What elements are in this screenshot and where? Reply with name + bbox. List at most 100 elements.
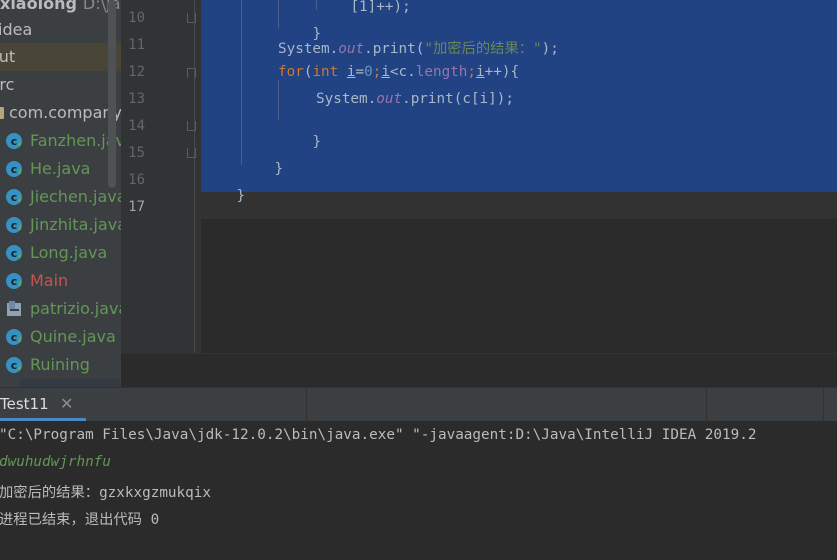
file-label: patrizio.java [30, 299, 121, 318]
code-token: [1]++); [350, 0, 411, 15]
code-number: 0 [364, 64, 373, 80]
tree-package-row[interactable]: com.company [0, 99, 121, 127]
file-label: Quine.java [30, 327, 116, 346]
code-line: System.out.print(c[i]); [316, 91, 514, 107]
code-token: } [274, 161, 284, 177]
package-label: com.company [9, 103, 121, 122]
folder-label-out: out [0, 47, 16, 66]
line-number: 15 [128, 145, 145, 161]
tree-file-row[interactable]: patrizio.java [0, 295, 121, 323]
tree-file-row[interactable]: c Jinzhita.java [0, 211, 121, 239]
header-divider [706, 388, 707, 421]
svg-text:c: c [11, 219, 18, 232]
java-class-icon: c [6, 245, 22, 261]
java-class-icon: c [6, 217, 22, 233]
folder-label-src: src [0, 75, 15, 94]
svg-text:c: c [11, 191, 18, 204]
line-number: 11 [128, 37, 145, 53]
interface-icon [7, 301, 21, 316]
code-keyword: for [278, 64, 304, 80]
tree-file-row[interactable]: c Fanzhen.java [0, 127, 121, 155]
tree-folder-out[interactable]: out [0, 43, 121, 71]
line-number: 12 [128, 64, 145, 80]
tree-folder-src[interactable]: src [0, 71, 121, 99]
java-class-icon: c [6, 133, 22, 149]
run-tab-label: Test11 [0, 395, 49, 413]
code-token: System. [316, 91, 377, 107]
line-number: 10 [128, 10, 145, 26]
header-divider [306, 388, 307, 421]
code-token: .print(c[i]); [402, 91, 514, 107]
code-line: [1]++); [316, 0, 411, 31]
console-exit-line: 进程已结束，退出代码 0 [0, 512, 160, 528]
svg-text:c: c [11, 359, 18, 372]
code-line: for(int i=0;i<c.length;i++){ [278, 64, 519, 80]
tree-file-row[interactable]: c He.java [0, 155, 121, 183]
code-token: out [338, 41, 365, 57]
code-token: ; [467, 64, 477, 80]
svg-text:c: c [11, 275, 18, 288]
svg-text:c: c [11, 331, 18, 344]
indent-guide [278, 80, 279, 120]
tree-file-row[interactable]: c Ruining [0, 351, 121, 379]
console-command-line: "C:\Program Files\Java\jdk-12.0.2\bin\ja… [0, 427, 757, 443]
file-label: Jinzhita.java [30, 215, 121, 234]
editor-bottom-strip [121, 353, 837, 388]
line-number-current: 17 [128, 199, 145, 215]
file-label: Jiechen.java [30, 187, 121, 206]
run-tab[interactable]: Test11 ✕ [0, 388, 86, 421]
file-label: He.java [30, 159, 91, 178]
code-field: length [415, 64, 468, 80]
project-tool-window: xiaolongD:\Java idea out src com.company… [0, 0, 121, 387]
svg-text:c: c [11, 247, 18, 260]
console-output-line: 加密后的结果：gzxkxgzmukqix [0, 485, 211, 501]
sidebar-horizontal-scrollbar[interactable] [20, 379, 120, 387]
code-token: } [312, 134, 322, 150]
code-token: = [355, 64, 365, 80]
code-token: .print( [364, 41, 425, 57]
editor-gutter: 10 11 12 13 14 15 16 17 [121, 0, 201, 353]
code-keyword: int [312, 64, 347, 80]
tree-folder-idea[interactable]: idea [0, 16, 121, 44]
console-input-line: dwuhudwjrhnfu [0, 454, 111, 470]
close-icon[interactable]: ✕ [60, 394, 73, 413]
tree-file-row[interactable]: c Long.java [0, 239, 121, 267]
code-token: ++){ [484, 64, 520, 80]
line-number: 16 [128, 172, 145, 188]
indent-guide [241, 0, 242, 165]
sidebar-vertical-scrollbar[interactable] [108, 0, 116, 188]
tree-file-row[interactable]: c Main [0, 267, 121, 295]
code-token: i [381, 64, 390, 80]
java-class-icon: c [6, 189, 22, 205]
package-icon [0, 107, 4, 119]
run-tool-window-header: Test11 ✕ [0, 387, 837, 421]
code-line: } [202, 172, 245, 220]
code-token: i [476, 64, 485, 80]
line-number: 14 [128, 118, 145, 134]
header-divider [823, 388, 824, 421]
code-token: } [236, 188, 246, 204]
file-label: Ruining [30, 355, 90, 374]
line-number: 13 [128, 91, 145, 107]
code-line: System.out.print("加密后的结果："); [278, 37, 559, 58]
java-class-icon: c [6, 357, 22, 373]
tree-file-row[interactable]: c Quine.java [0, 323, 121, 351]
code-token: <c. [389, 64, 416, 80]
svg-text:c: c [11, 163, 18, 176]
java-class-icon: c [6, 161, 22, 177]
java-class-icon: c [6, 329, 22, 345]
code-token: System. [278, 41, 339, 57]
code-editor[interactable]: [1]++); } System.out.print("加密后的结果："); f… [201, 0, 837, 353]
current-line-highlight [201, 192, 837, 219]
code-line: } [240, 145, 283, 193]
code-string: "加密后的结果：" [424, 41, 542, 57]
file-label: Long.java [30, 243, 108, 262]
tree-file-row[interactable]: c Jiechen.java [0, 183, 121, 211]
code-line: } [278, 118, 321, 166]
folder-label-idea: idea [0, 20, 33, 39]
run-console[interactable]: "C:\Program Files\Java\jdk-12.0.2\bin\ja… [0, 421, 837, 560]
svg-text:c: c [11, 135, 18, 148]
code-token: ); [541, 41, 559, 57]
gutter-divider [194, 0, 195, 353]
project-root-name: xiaolong [0, 0, 77, 13]
